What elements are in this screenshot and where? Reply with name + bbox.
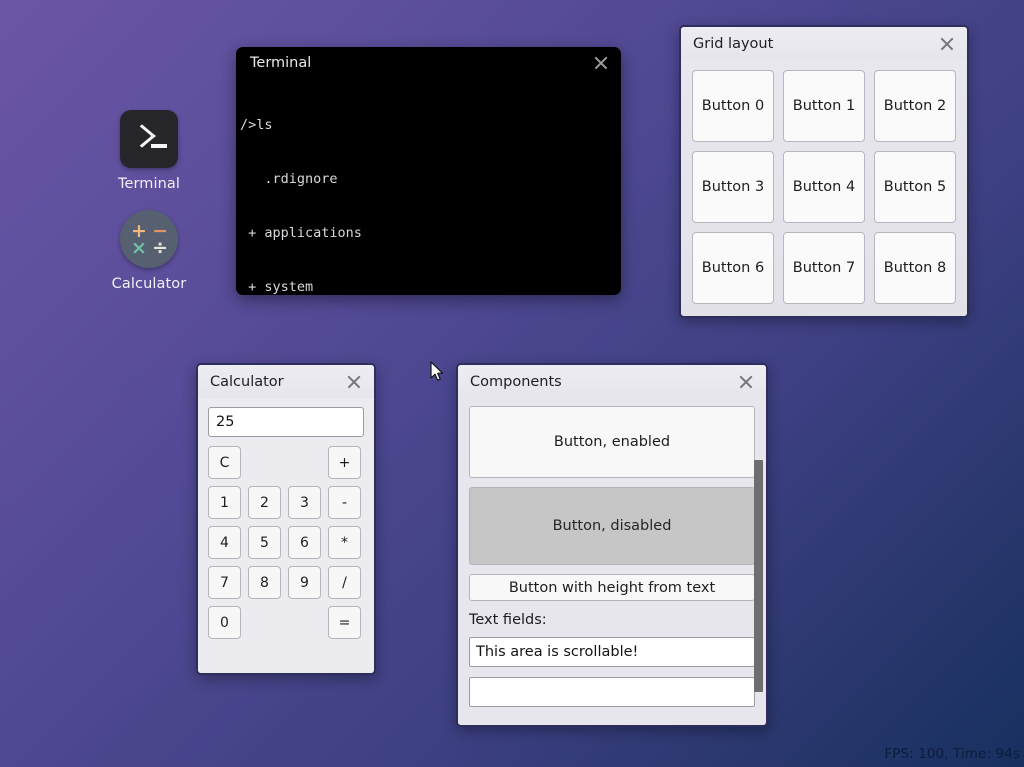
status-overlay-fps: FPS: 100, Time: 94s	[884, 746, 1020, 762]
grid-layout-title: Grid layout	[693, 36, 937, 52]
components-window[interactable]: Components Button, enabled Button, disab…	[456, 363, 768, 727]
button-disabled: Button, disabled	[469, 487, 755, 565]
text-fields-label: Text fields:	[469, 612, 755, 628]
calculator-icon: + − × ÷	[120, 210, 178, 268]
grid-button-5[interactable]: Button 5	[874, 151, 956, 223]
calculator-key-3[interactable]: 3	[288, 486, 321, 519]
calculator-key-minus[interactable]: -	[328, 486, 361, 519]
text-field-1[interactable]: This area is scrollable!	[469, 637, 755, 667]
terminal-title: Terminal	[250, 55, 591, 71]
divide-icon: ÷	[152, 239, 168, 258]
calculator-key-7[interactable]: 7	[208, 566, 241, 599]
components-scrollbar-thumb[interactable]	[754, 460, 763, 692]
components-title-bar[interactable]: Components	[458, 365, 766, 398]
terminal-line: + system	[240, 278, 621, 295]
terminal-line: />ls	[240, 116, 621, 134]
terminal-line: + applications	[240, 224, 621, 242]
components-title: Components	[470, 374, 736, 390]
calculator-key-9[interactable]: 9	[288, 566, 321, 599]
close-icon[interactable]	[591, 53, 611, 73]
calculator-key-divide[interactable]: /	[328, 566, 361, 599]
terminal-output[interactable]: />ls .rdignore + applications + system R…	[236, 78, 621, 295]
grid-button-6[interactable]: Button 6	[692, 232, 774, 304]
calculator-key-1[interactable]: 1	[208, 486, 241, 519]
components-body: Button, enabled Button, disabled Button …	[458, 398, 766, 725]
desktop: Terminal + − × ÷ Calculator Terminal />l…	[0, 0, 1024, 767]
grid-layout-body: Button 0 Button 1 Button 2 Button 3 Butt…	[681, 60, 967, 316]
calculator-key-6[interactable]: 6	[288, 526, 321, 559]
grid-layout-title-bar[interactable]: Grid layout	[681, 27, 967, 60]
calculator-row: 4 5 6 *	[208, 526, 364, 559]
calculator-title-bar[interactable]: Calculator	[198, 365, 374, 398]
calculator-key-plus[interactable]: +	[328, 446, 361, 479]
calculator-key-multiply[interactable]: *	[328, 526, 361, 559]
mouse-cursor	[430, 361, 444, 383]
calculator-key-5[interactable]: 5	[248, 526, 281, 559]
terminal-title-bar[interactable]: Terminal	[236, 47, 621, 78]
desktop-icon-calculator[interactable]: + − × ÷ Calculator	[89, 210, 209, 292]
calculator-key-4[interactable]: 4	[208, 526, 241, 559]
terminal-window[interactable]: Terminal />ls .rdignore + applications +…	[236, 47, 621, 295]
calculator-row: 7 8 9 /	[208, 566, 364, 599]
button-height-from-text[interactable]: Button with height from text	[469, 574, 755, 601]
calculator-body: 25 C + 1 2 3 - 4 5 6 * 7 8	[198, 398, 374, 673]
calculator-display[interactable]: 25	[208, 407, 364, 437]
calculator-row: 0 =	[208, 606, 364, 639]
calculator-key-spacer	[288, 606, 321, 639]
calculator-key-spacer	[248, 446, 281, 479]
button-enabled[interactable]: Button, enabled	[469, 406, 755, 478]
text-field-2[interactable]	[469, 677, 755, 707]
components-scrollbar[interactable]	[754, 398, 763, 725]
terminal-icon	[120, 110, 178, 168]
calculator-key-spacer	[288, 446, 321, 479]
terminal-line: .rdignore	[240, 170, 621, 188]
desktop-icon-terminal[interactable]: Terminal	[89, 110, 209, 192]
multiply-icon: ×	[131, 239, 147, 258]
calculator-key-spacer	[248, 606, 281, 639]
desktop-icon-label-terminal: Terminal	[89, 176, 209, 192]
terminal-underscore-icon	[151, 144, 167, 148]
calculator-title: Calculator	[210, 374, 344, 390]
calculator-key-equals[interactable]: =	[328, 606, 361, 639]
grid-button-3[interactable]: Button 3	[692, 151, 774, 223]
grid-button-4[interactable]: Button 4	[783, 151, 865, 223]
close-icon[interactable]	[937, 34, 957, 54]
calculator-row: C +	[208, 446, 364, 479]
calculator-key-8[interactable]: 8	[248, 566, 281, 599]
grid-button-8[interactable]: Button 8	[874, 232, 956, 304]
components-scroll-content: Button, enabled Button, disabled Button …	[458, 398, 766, 707]
calculator-row: 1 2 3 -	[208, 486, 364, 519]
close-icon[interactable]	[736, 372, 756, 392]
grid-button-7[interactable]: Button 7	[783, 232, 865, 304]
grid-button-1[interactable]: Button 1	[783, 70, 865, 142]
calculator-key-clear[interactable]: C	[208, 446, 241, 479]
close-icon[interactable]	[344, 372, 364, 392]
calculator-key-2[interactable]: 2	[248, 486, 281, 519]
grid-button-0[interactable]: Button 0	[692, 70, 774, 142]
calculator-key-0[interactable]: 0	[208, 606, 241, 639]
calculator-window[interactable]: Calculator 25 C + 1 2 3 - 4 5 6 *	[196, 363, 376, 675]
grid-layout-window[interactable]: Grid layout Button 0 Button 1 Button 2 B…	[679, 25, 969, 318]
grid-button-2[interactable]: Button 2	[874, 70, 956, 142]
desktop-icon-label-calculator: Calculator	[89, 276, 209, 292]
